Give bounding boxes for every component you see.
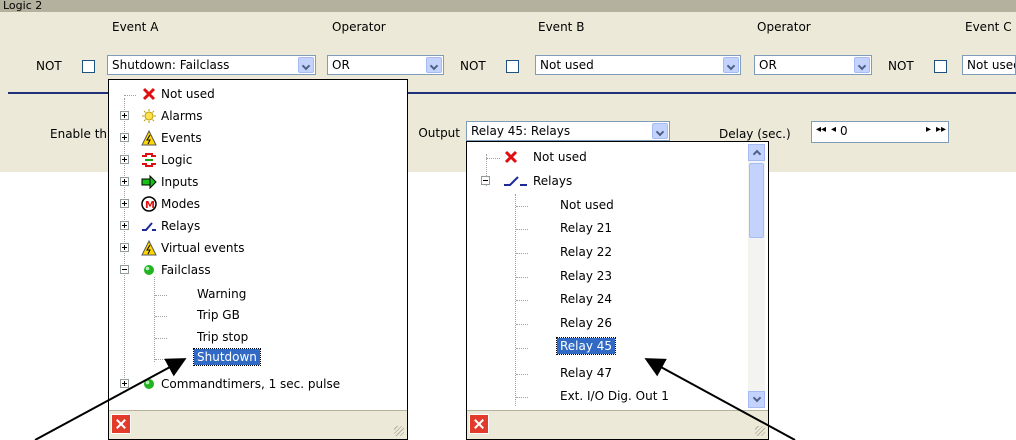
annotation-arrow bbox=[644, 358, 796, 440]
annotation-arrow bbox=[34, 358, 187, 440]
annotation-arrows bbox=[34, 358, 796, 440]
